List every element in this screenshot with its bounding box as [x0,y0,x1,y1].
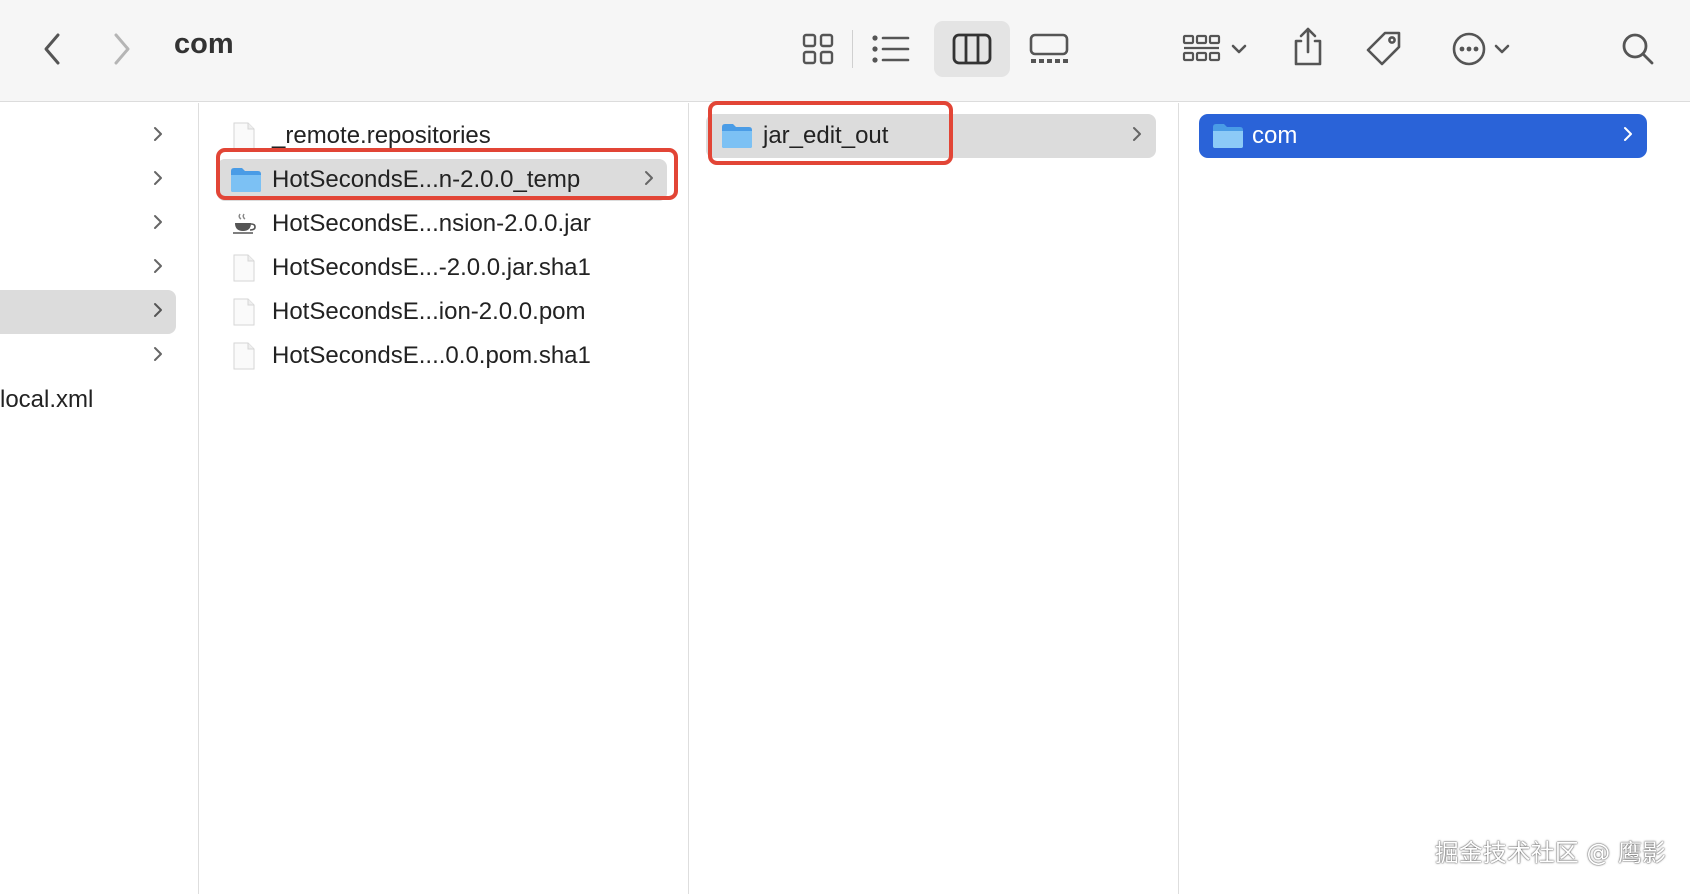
share-icon [1294,27,1322,66]
document-icon [233,254,255,282]
list-item[interactable]: _remote.repositories [217,115,667,157]
chevron-right-icon [1131,122,1143,150]
search-icon [1622,33,1654,65]
chevron-right-icon [152,210,164,238]
column-1: _remote.repositories HotSecondsE...n-2.0… [199,103,688,894]
chevron-right-icon [152,254,164,282]
document-icon [233,342,255,370]
list-view-icon [872,35,910,63]
list-item[interactable]: HotSecondsE...-2.0.0.jar.sha1 [217,247,667,289]
chevron-right-icon [643,166,655,194]
list-item-selected[interactable]: HotSecondsE...n-2.0.0_temp [217,159,667,201]
list-item-label: HotSecondsE...-2.0.0.jar.sha1 [272,254,591,281]
chevron-right-icon [152,166,164,194]
column-0: local.xml [0,103,198,894]
list-item[interactable]: HotSecondsE...ion-2.0.0.pom [217,291,667,333]
share-button[interactable] [1288,22,1328,72]
chevron-down-icon [1494,44,1510,54]
list-item-label: _remote.repositories [272,122,491,149]
forward-icon [114,33,130,65]
chevron-right-icon [152,342,164,370]
gallery-view-icon [1029,33,1069,63]
folder-icon [722,124,752,148]
list-item[interactable] [0,203,176,245]
list-item-selected[interactable]: jar_edit_out [706,114,1156,158]
document-icon [233,122,255,150]
finder-toolbar: com [0,0,1690,102]
list-item-selected[interactable]: com [1199,114,1647,158]
icon-view-icon [802,33,834,65]
list-item[interactable]: local.xml [0,379,176,421]
back-icon [44,33,60,65]
list-item[interactable] [0,115,176,157]
column-view-button[interactable] [934,21,1010,77]
folder-icon [1213,124,1243,148]
list-item-label: local.xml [0,386,94,413]
column-2: jar_edit_out [689,103,1178,894]
forward-button[interactable] [104,26,140,72]
tag-button[interactable] [1362,26,1406,72]
window-title: com [174,28,234,60]
column-view-icon [952,33,992,65]
list-item-label: jar_edit_out [763,122,889,149]
list-item-selected[interactable] [0,290,176,334]
watermark: 掘金技术社区 @ 鹰影 [1434,839,1666,867]
list-item-label: HotSecondsE...nsion-2.0.0.jar [272,210,591,237]
list-item[interactable]: HotSecondsE...nsion-2.0.0.jar [217,203,667,245]
list-view-button[interactable] [866,26,916,72]
icon-view-button[interactable] [796,26,840,72]
list-item-label: com [1252,122,1298,149]
list-item[interactable] [0,335,176,377]
tag-icon [1366,31,1401,66]
list-item-label: HotSecondsE....0.0.pom.sha1 [272,342,591,369]
group-icon [1182,34,1221,62]
search-button[interactable] [1616,26,1660,72]
chevron-right-icon [152,298,164,326]
document-icon [233,298,255,326]
group-button[interactable] [1176,26,1254,72]
folder-icon [231,168,261,192]
gallery-view-button[interactable] [1024,26,1074,72]
chevron-right-icon [1622,122,1634,150]
list-item[interactable]: HotSecondsE....0.0.pom.sha1 [217,335,667,377]
list-item-label: HotSecondsE...n-2.0.0_temp [272,166,581,193]
list-item[interactable] [0,159,176,201]
more-icon [1452,32,1486,66]
column-3: com [1179,103,1690,894]
view-segment-divider [852,30,853,68]
list-item[interactable] [0,247,176,289]
chevron-right-icon [152,122,164,150]
chevron-down-icon [1231,44,1247,54]
java-icon [233,213,256,234]
back-button[interactable] [34,26,70,72]
list-item-label: HotSecondsE...ion-2.0.0.pom [272,298,586,325]
more-button[interactable] [1446,26,1516,72]
